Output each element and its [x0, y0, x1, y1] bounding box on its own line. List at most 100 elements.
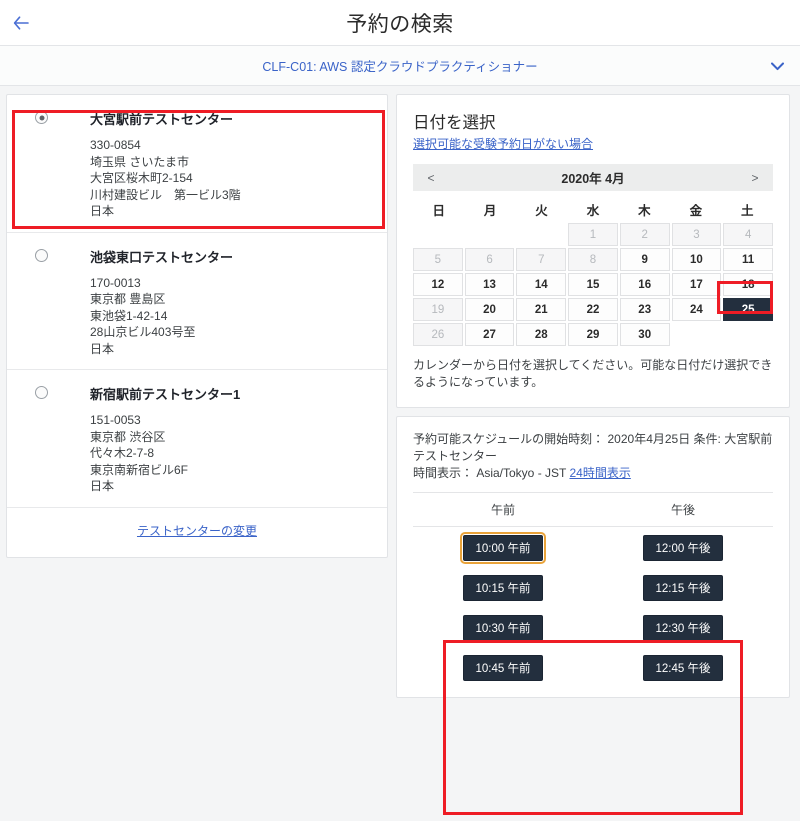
calendar-empty-cell [413, 223, 463, 246]
time-slot-button[interactable]: 12:45 午後 [643, 655, 723, 681]
24-hour-format-link[interactable]: 24時間表示 [569, 466, 630, 480]
date-picker-heading: 日付を選択 [413, 114, 496, 132]
test-center-address-line: 埼玉県 さいたま市 [90, 154, 189, 169]
calendar-weekday: 金 [689, 204, 703, 218]
calendar-empty-cell [516, 223, 566, 246]
calendar-day-selected[interactable]: 25 [723, 298, 773, 321]
time-slot-button[interactable]: 12:00 午後 [643, 535, 723, 561]
chevron-down-icon [771, 59, 784, 72]
calendar-day: 2 [619, 223, 670, 246]
calendar-weekday: 水 [586, 204, 600, 218]
exam-selector-label: CLF-C01: AWS 認定クラウドプラクティショナー [262, 60, 538, 74]
calendar-day[interactable]: 24 [671, 298, 722, 321]
calendar-day[interactable]: 12 [413, 273, 463, 296]
calendar-weekday: 火 [535, 204, 548, 218]
test-center-address-line: 東京都 渋谷区 [90, 429, 166, 444]
test-center-name: 大宮駅前テストセンター [90, 112, 234, 127]
test-center-address-line: 東京南新宿ビル6F [90, 462, 189, 477]
calendar-day: 26 [413, 323, 463, 346]
time-slot-button[interactable]: 12:30 午後 [643, 615, 723, 641]
calendar-day[interactable]: 11 [723, 248, 773, 271]
calendar-day: 7 [516, 248, 567, 271]
test-center-details: 池袋東口テストセンター 170-0013 東京都 豊島区 東池袋1-42-14 28山京… [90, 247, 233, 358]
change-test-center-link[interactable]: テストセンターの変更 [137, 524, 257, 538]
calendar-day[interactable]: 9 [619, 248, 670, 271]
calendar-day[interactable]: 22 [568, 298, 618, 321]
no-available-dates-link[interactable]: 選択可能な受験予約日がない場合 [413, 135, 593, 152]
calendar-grid: 1 2 3 4 5 6 7 8 9 10 11 12 13 14 15 16 17 18 19 20 21 22 23 24 2… [413, 223, 773, 346]
main-content: 大宮駅前テストセンター 330-0854 埼玉県 さいたま市 大宮区桜木町2-154 川… [0, 86, 800, 698]
calendar-day: 6 [464, 248, 515, 271]
calendar-day[interactable]: 15 [568, 273, 618, 296]
morning-slot-column: 10:00 午前 10:15 午前 10:30 午前 10:45 午前 [413, 532, 593, 681]
test-center-name: 池袋東口テストセンター [90, 249, 234, 265]
calendar-prev-month-button[interactable]: < [423, 171, 439, 185]
right-column: 日付を選択 選択可能な受験予約日がない場合 < 2020年 4月 > 日 月 火 水 木… [396, 94, 790, 698]
test-center-radio[interactable] [35, 386, 48, 399]
slot-column-header: 午前 [490, 503, 515, 517]
test-center-address-line: 代々木2-7-8 [90, 446, 155, 460]
test-center-footer: テストセンターの変更 [7, 506, 387, 557]
back-arrow-icon[interactable] [10, 12, 32, 34]
schedule-timezone-row: 時間表示： Asia/Tokyo - JST 24時間表示 [413, 465, 773, 482]
test-center-radio[interactable] [35, 248, 48, 262]
test-center-address-line: 日本 [90, 341, 115, 356]
test-center-address-line: 151-0053 [90, 413, 141, 427]
test-center-address-line: 日本 [90, 479, 115, 493]
calendar-nav: < 2020年 4月 > [413, 164, 773, 191]
test-center-details: 新宿駅前テストセンター1 151-0053 東京都 渋谷区 代々木2-7-8 東京南新宿… [90, 384, 240, 495]
calendar-empty-cell [465, 223, 515, 246]
calendar-day: 4 [723, 223, 773, 246]
calendar-day[interactable]: 16 [619, 273, 670, 296]
calendar-day[interactable]: 14 [516, 273, 567, 296]
calendar-weekday: 月 [483, 204, 497, 218]
calendar-day: 5 [413, 248, 463, 271]
time-slot-button[interactable]: 10:30 午前 [463, 615, 543, 641]
calendar-day[interactable]: 10 [671, 248, 722, 271]
calendar-day[interactable]: 30 [619, 323, 670, 346]
schedule-info-text: 予約可能スケジュールの開始時刻： 2020年4月25日 条件: 大宮駅前テストセ… [413, 432, 773, 463]
afternoon-slot-column: 12:00 午後 12:15 午後 12:30 午後 12:45 午後 [593, 535, 773, 681]
calendar-day: 8 [568, 248, 618, 271]
calendar-day[interactable]: 17 [671, 273, 722, 296]
schedule-panel: 予約可能スケジュールの開始時刻： 2020年4月25日 条件: 大宮駅前テストセ… [396, 416, 790, 698]
time-slot-button[interactable]: 10:15 午前 [463, 575, 543, 601]
calendar-day[interactable]: 28 [516, 323, 567, 346]
app-header: 予約の検索 [0, 0, 800, 46]
calendar-next-month-button[interactable]: > [747, 171, 763, 185]
test-center-item[interactable]: 大宮駅前テストセンター 330-0854 埼玉県 さいたま市 大宮区桜木町2-154 川… [7, 95, 387, 232]
calendar-day[interactable]: 27 [464, 323, 515, 346]
calendar-day[interactable]: 29 [568, 323, 618, 346]
calendar-day[interactable]: 20 [464, 298, 515, 321]
calendar-weekday-header: 日月火水木金土 [413, 200, 773, 219]
test-center-item[interactable]: 新宿駅前テストセンター1 151-0053 東京都 渋谷区 代々木2-7-8 東京南新宿… [7, 369, 387, 507]
calendar-day[interactable]: 18 [723, 273, 773, 296]
page-title: 予約の検索 [346, 12, 454, 36]
test-center-column: 大宮駅前テストセンター 330-0854 埼玉県 さいたま市 大宮区桜木町2-154 川… [6, 94, 388, 558]
calendar-day[interactable]: 23 [619, 298, 670, 321]
test-center-address-line: 330-0854 [90, 138, 141, 152]
test-center-item[interactable]: 池袋東口テストセンター 170-0013 東京都 豊島区 東池袋1-42-14 28山京… [7, 231, 387, 370]
test-center-details: 大宮駅前テストセンター 330-0854 埼玉県 さいたま市 大宮区桜木町2-154 川… [90, 109, 241, 220]
time-slot-button[interactable]: 10:45 午前 [463, 655, 543, 681]
exam-selector[interactable]: CLF-C01: AWS 認定クラウドプラクティショナー [0, 46, 800, 86]
test-center-name: 新宿駅前テストセンター1 [90, 387, 241, 402]
date-picker-panel: 日付を選択 選択可能な受験予約日がない場合 < 2020年 4月 > 日 月 火 水 木… [396, 94, 790, 408]
test-center-radio[interactable] [35, 111, 48, 124]
time-slot-button[interactable]: 12:15 午後 [643, 575, 723, 601]
schedule-timezone-label: 時間表示： Asia/Tokyo - JST [413, 466, 570, 480]
time-slot-button[interactable]: 10:00 午前 [460, 532, 546, 564]
test-center-address-line: 170-0013 [90, 275, 141, 290]
calendar-day: 1 [568, 223, 618, 246]
slot-column-headers: 午前 午後 [413, 493, 773, 527]
test-center-address-line: 東京都 豊島区 [90, 292, 166, 306]
test-center-address-line: 大宮区桜木町2-154 [90, 171, 193, 185]
test-center-address-line: 28山京ビル403号至 [90, 325, 196, 339]
slot-grid: 10:00 午前 10:15 午前 10:30 午前 10:45 午前 12:00 午… [413, 527, 773, 681]
calendar-weekday: 土 [741, 204, 754, 218]
calendar-day[interactable]: 21 [516, 298, 567, 321]
slot-column-header: 午後 [670, 503, 695, 517]
calendar-weekday: 木 [638, 204, 651, 218]
calendar-month-title: 2020年 4月 [561, 172, 625, 186]
calendar-day[interactable]: 13 [464, 273, 515, 296]
